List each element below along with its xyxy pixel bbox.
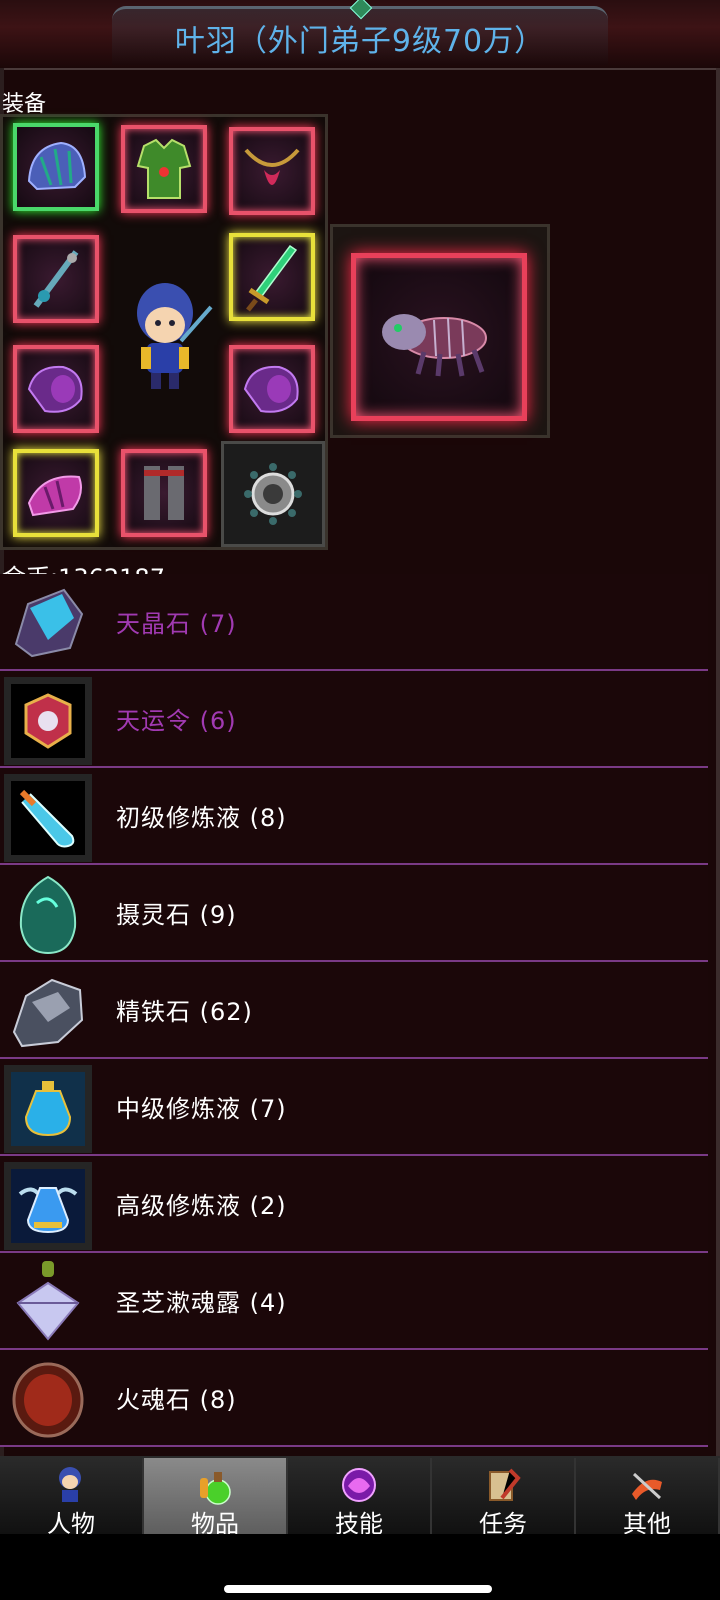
header-bar: 叶羽（外门弟子9级70万） <box>0 0 720 70</box>
list-item[interactable]: 火魂石 (8) <box>0 1350 708 1447</box>
home-indicator[interactable] <box>224 1585 492 1593</box>
item-name: 高级修炼液 (2) <box>116 1192 287 1220</box>
list-item[interactable]: 圣芝漱魂露 (4) <box>0 1253 708 1350</box>
potion-bottle-icon <box>24 1081 72 1137</box>
item-name: 中级修炼液 (7) <box>116 1095 287 1123</box>
item-icon-box <box>4 774 92 862</box>
necklace-slot[interactable] <box>229 127 315 215</box>
list-item[interactable]: 摄灵石 (9) <box>0 865 708 962</box>
diamond-flask-icon <box>16 1261 80 1341</box>
list-item[interactable]: 天运令 (6) <box>0 671 708 768</box>
vial-icon <box>19 789 75 848</box>
boots-slot[interactable] <box>13 449 99 537</box>
tab-items[interactable]: 物品 <box>144 1458 288 1538</box>
item-name: 天晶石 (7) <box>116 610 237 638</box>
winged-potion-icon <box>18 1187 78 1234</box>
sword-icon <box>246 244 298 312</box>
ring-icon <box>244 463 302 525</box>
pet-slot[interactable] <box>351 253 527 421</box>
item-icon-box <box>4 871 92 959</box>
list-item[interactable]: 初级修炼液 (8) <box>0 768 708 865</box>
tab-quests[interactable]: 任务 <box>432 1458 576 1538</box>
sword-slot[interactable] <box>229 233 315 321</box>
other-icon <box>632 1472 662 1500</box>
item-icon-box <box>4 968 92 1056</box>
item-name: 精铁石 (62) <box>116 998 253 1026</box>
character-icon <box>59 1467 81 1502</box>
armor-slot[interactable] <box>121 125 207 213</box>
page-title: 叶羽（外门弟子9级70万） <box>174 24 546 59</box>
item-icon-box <box>4 1259 92 1347</box>
item-name: 天运令 (6) <box>116 707 237 735</box>
equipment-panel <box>0 114 328 550</box>
item-icon-box <box>4 1162 92 1250</box>
tab-character[interactable]: 人物 <box>0 1458 144 1538</box>
items-icon <box>200 1472 231 1505</box>
leggings-slot[interactable] <box>121 449 207 537</box>
helmet-icon <box>27 141 87 191</box>
item-name: 火魂石 (8) <box>116 1386 237 1414</box>
item-name: 摄灵石 (9) <box>116 901 237 929</box>
list-item[interactable]: 精铁石 (62) <box>0 962 708 1059</box>
tab-skills[interactable]: 技能 <box>288 1458 432 1538</box>
fire-stone-icon <box>12 1362 84 1438</box>
bracer-left-slot[interactable] <box>13 345 99 433</box>
list-item[interactable]: 高级修炼液 (2) <box>0 1156 708 1253</box>
list-item[interactable]: 天晶石 (7) <box>0 574 708 671</box>
armor-icon <box>136 138 192 199</box>
item-icon-box <box>4 580 92 668</box>
necklace-icon <box>244 148 300 185</box>
item-name: 圣芝漱魂露 (4) <box>116 1289 287 1317</box>
ring-slot[interactable] <box>221 441 325 547</box>
item-icon-box <box>4 677 92 765</box>
chain-weapon-icon <box>33 250 79 308</box>
skills-icon <box>342 1468 376 1502</box>
bracer-icon <box>243 365 299 413</box>
helmet-slot[interactable] <box>13 123 99 211</box>
weapon-slot[interactable] <box>13 235 99 323</box>
boots-icon <box>27 475 82 517</box>
iron-ore-icon <box>12 978 84 1048</box>
item-icon-box <box>4 1065 92 1153</box>
pet-panel <box>330 224 550 438</box>
leggings-icon <box>144 466 184 520</box>
bracer-right-slot[interactable] <box>229 345 315 433</box>
item-name: 初级修炼液 (8) <box>116 804 287 832</box>
character-avatar <box>137 283 213 389</box>
bottom-nav: 人物 物品 技能 任务 其他 <box>0 1456 720 1538</box>
bracer-icon <box>27 365 83 413</box>
item-list: 天晶石 (7) 天运令 (6) 初级修炼液 (8) 摄灵石 (9) 精铁石 (6… <box>0 574 708 1447</box>
item-icon-box <box>4 1356 92 1444</box>
tab-other[interactable]: 其他 <box>576 1458 720 1538</box>
pet-beast-icon <box>382 314 487 377</box>
green-stone-icon <box>19 875 77 955</box>
crystal-icon <box>14 588 84 658</box>
quests-icon <box>489 1468 521 1501</box>
list-item[interactable]: 中级修炼液 (7) <box>0 1059 708 1156</box>
token-icon <box>24 693 72 749</box>
